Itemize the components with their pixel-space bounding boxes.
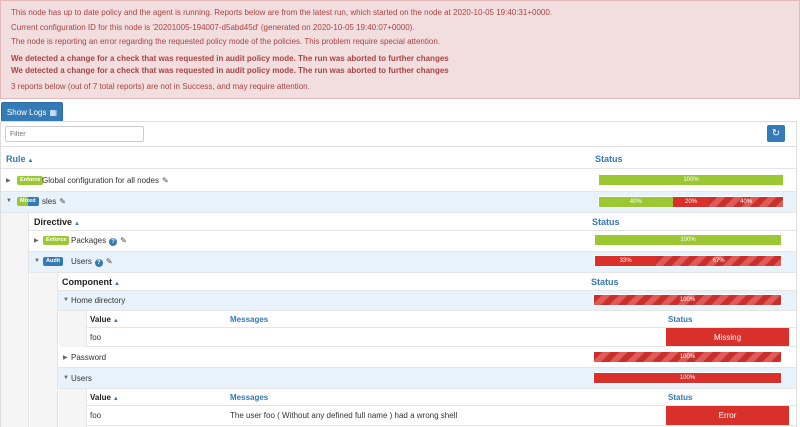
rule-column-header[interactable]: Rule ▲ — [6, 154, 33, 164]
bar-segment-noncompliant: 100% — [594, 352, 781, 362]
bar-segment-success: 100% — [599, 175, 783, 185]
directive-name: Packages? ✎ — [71, 236, 127, 246]
status-missing-badge: Missing — [666, 328, 789, 346]
bar-segment-noncompliant: 40% — [709, 197, 783, 207]
sort-icon: ▲ — [112, 396, 119, 402]
rule-status-bar: 40% 20% 40% — [598, 196, 784, 208]
show-logs-button[interactable]: Show Logs ▦ — [1, 102, 63, 122]
show-logs-label: Show Logs — [6, 107, 47, 117]
value-header-row: Value ▲ Messages Status — [87, 311, 796, 328]
caret-right-icon: ▶ — [34, 238, 39, 244]
pencil-icon[interactable]: ✎ — [59, 197, 66, 206]
pencil-icon[interactable]: ✎ — [162, 176, 169, 185]
sort-icon: ▲ — [27, 158, 34, 164]
component-row-home-directory[interactable]: ▼ Home directory 100% — [58, 291, 796, 311]
value-header-row: Value ▲ Messages Status — [87, 389, 796, 406]
caret-down-icon: ▼ — [34, 258, 40, 264]
help-icon[interactable]: ? — [109, 238, 118, 246]
value-cell: foo — [90, 333, 102, 342]
caret-down-icon: ▼ — [63, 375, 69, 381]
rule-header-row: Rule ▲ Status — [1, 146, 796, 169]
bar-segment-error: 20% — [672, 197, 710, 207]
component-name: Password — [71, 353, 107, 362]
alert-box: This node has up to date policy and the … — [0, 0, 800, 99]
bar-segment-success: 100% — [595, 235, 781, 245]
component-name: Users — [71, 374, 92, 383]
indent-gutter — [1, 213, 29, 427]
component-row-users[interactable]: ▼ Users 100% — [58, 368, 796, 389]
value-row: foo The user foo ( Without any defined f… — [87, 406, 796, 426]
badge-audit: Audit — [43, 257, 64, 266]
bar-segment-error: 100% — [594, 373, 781, 383]
alert-line-summary: 3 reports below (out of 7 total reports)… — [11, 82, 310, 91]
component-header-row: Component ▲ Status — [58, 273, 796, 291]
directive-status-header[interactable]: Status — [592, 217, 620, 227]
caret-down-icon: ▼ — [63, 297, 69, 303]
bar-segment-noncompliant: 100% — [594, 295, 781, 305]
message-cell: The user foo ( Without any defined full … — [230, 411, 458, 420]
directive-row-packages[interactable]: ▶ Enforce Packages? ✎ 100% — [29, 231, 796, 252]
directive-status-bar: 100% — [594, 234, 782, 246]
component-status-header[interactable]: Status — [591, 277, 619, 287]
indent-gutter — [30, 273, 58, 427]
sort-icon: ▲ — [112, 318, 119, 324]
value-column-header[interactable]: Value ▲ — [90, 393, 119, 402]
value-status-header[interactable]: Status — [668, 315, 692, 324]
pencil-icon[interactable]: ✎ — [120, 236, 127, 245]
directive-header-row: Directive ▲ Status — [29, 213, 796, 231]
rule-row-global[interactable]: ▶ Enforce Global configuration for all n… — [1, 169, 796, 192]
rule-status-header[interactable]: Status — [595, 154, 623, 164]
help-icon[interactable]: ? — [94, 259, 103, 267]
sort-icon: ▲ — [114, 281, 120, 287]
rule-name: sles ✎ — [42, 197, 66, 206]
alert-line-run: This node has up to date policy and the … — [11, 8, 553, 17]
status-error-badge: Error — [666, 406, 789, 425]
directive-name: Users? ✎ — [71, 257, 113, 267]
component-status-bar: 100% — [593, 351, 782, 363]
filter-input[interactable] — [5, 126, 144, 142]
table-icon: ▦ — [49, 107, 58, 117]
alert-line-config-id: Current configuration ID for this node i… — [11, 23, 415, 32]
value-row: foo Missing — [87, 328, 796, 347]
bar-segment-success: 40% — [599, 197, 673, 207]
rule-status-bar: 100% — [598, 174, 784, 186]
bar-segment-error: 33% — [595, 256, 657, 266]
badge-mixed: Mixed — [17, 197, 39, 206]
value-status-header[interactable]: Status — [668, 393, 692, 402]
caret-right-icon: ▶ — [6, 178, 11, 184]
badge-enforce: Enforce — [43, 236, 70, 245]
component-row-password[interactable]: ▶ Password 100% — [58, 347, 796, 368]
directive-column-header[interactable]: Directive ▲ — [34, 217, 80, 227]
rule-row-sles[interactable]: ▼ Mixed sles ✎ 40% 20% 40% — [1, 192, 796, 213]
bar-segment-noncompliant: 67% — [656, 256, 781, 266]
component-column-header[interactable]: Component ▲ — [62, 277, 120, 287]
indent-gutter — [59, 311, 87, 347]
component-name: Home directory — [71, 296, 126, 305]
badge-enforce: Enforce — [17, 176, 44, 185]
directive-status-bar: 33% 67% — [594, 255, 782, 267]
directive-row-users[interactable]: ▼ Audit Users? ✎ 33% 67% — [29, 252, 796, 273]
alert-line-error: The node is reporting an error regarding… — [11, 37, 440, 46]
component-status-bar: 100% — [593, 372, 782, 384]
caret-right-icon: ▶ — [63, 355, 68, 361]
pencil-icon[interactable]: ✎ — [106, 257, 113, 266]
value-column-header[interactable]: Value ▲ — [90, 315, 119, 324]
messages-column-header[interactable]: Messages — [230, 393, 268, 402]
messages-column-header[interactable]: Messages — [230, 315, 268, 324]
alert-line-audit-change-2: We detected a change for a check that wa… — [11, 66, 449, 75]
rule-name: Global configuration for all nodes ✎ — [42, 176, 169, 185]
refresh-icon: ↻ — [771, 128, 781, 139]
component-status-bar: 100% — [593, 294, 782, 306]
indent-gutter — [59, 389, 87, 427]
alert-line-audit-change-1: We detected a change for a check that wa… — [11, 54, 449, 63]
refresh-button[interactable]: ↻ — [767, 125, 785, 142]
caret-down-icon: ▼ — [6, 198, 12, 204]
sort-icon: ▲ — [74, 221, 80, 227]
value-cell: foo — [90, 411, 102, 420]
